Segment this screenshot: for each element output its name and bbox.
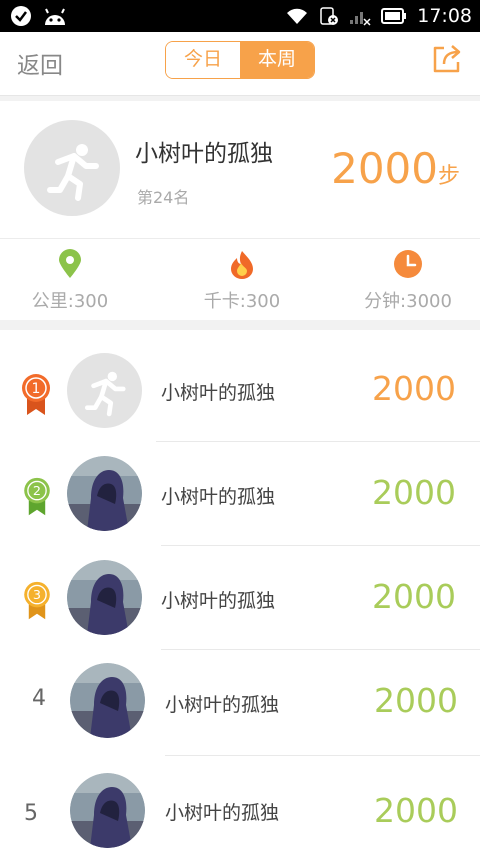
tab-this-week[interactable]: 本周	[240, 42, 314, 78]
bronze-medal-icon: 3	[24, 581, 50, 620]
list-item[interactable]: 2 小树叶的孤独 2000	[0, 442, 480, 546]
stat-calories: 千卡:300	[162, 249, 322, 313]
step-count: 2000	[372, 473, 456, 512]
rank-number: 3	[33, 588, 41, 603]
step-count: 2000	[374, 681, 458, 720]
step-count: 2000	[372, 369, 456, 408]
tab-today[interactable]: 今日	[166, 42, 240, 78]
avatar	[67, 560, 142, 635]
check-circle-icon	[11, 6, 31, 26]
user-name: 小树叶的孤独	[161, 590, 276, 612]
runner-icon	[47, 144, 99, 201]
section-gap	[0, 320, 480, 330]
stats-bar: 公里:300 千卡:300 分钟:3000	[0, 238, 480, 321]
signal-icon	[350, 12, 371, 26]
stat-minutes: 分钟:3000	[328, 249, 480, 313]
user-name: 小树叶的孤独	[165, 694, 280, 716]
profile-steps: 2000步	[331, 144, 460, 193]
status-time: 17:08	[417, 5, 472, 27]
period-toggle: 今日 本周	[165, 41, 315, 79]
list-item[interactable]: 4 小树叶的孤独 2000	[0, 650, 480, 756]
avatar	[67, 456, 142, 531]
my-profile-card: 小树叶的孤独 第24名 2000步	[0, 101, 480, 237]
rank-number: 4	[32, 686, 46, 711]
step-count: 2000	[374, 791, 458, 830]
stat-distance: 公里:300	[0, 249, 150, 313]
steps-unit: 步	[437, 164, 460, 189]
step-count: 2000	[372, 577, 456, 616]
rank-number: 5	[24, 801, 38, 826]
list-item[interactable]: 5 小树叶的孤独 2000	[0, 756, 480, 850]
avatar	[70, 663, 145, 738]
android-icon	[45, 8, 65, 25]
profile-name: 小树叶的孤独	[135, 141, 273, 167]
back-button[interactable]: 返回	[17, 46, 63, 80]
stat-distance-label: 公里:300	[31, 291, 109, 312]
profile-rank: 第24名	[137, 188, 190, 207]
avatar	[24, 120, 120, 216]
list-item[interactable]: 3 小树叶的孤独 2000	[0, 546, 480, 650]
user-name: 小树叶的孤独	[161, 486, 276, 508]
list-item[interactable]: 1 小树叶的孤独 2000	[0, 338, 480, 442]
avatar	[70, 773, 145, 848]
wifi-icon	[287, 8, 308, 24]
sim-disabled-icon	[320, 7, 339, 25]
fire-icon	[231, 251, 253, 279]
user-name: 小树叶的孤独	[165, 802, 280, 824]
stat-minutes-label: 分钟:3000	[364, 291, 452, 312]
status-bar: 17:08	[0, 0, 480, 32]
clock-icon	[394, 250, 422, 278]
stat-calories-label: 千卡:300	[203, 291, 281, 312]
runner-icon	[84, 371, 126, 417]
steps-value: 2000	[331, 144, 438, 193]
share-icon[interactable]	[430, 42, 464, 76]
header: 返回 今日 本周	[0, 32, 480, 96]
avatar	[67, 353, 142, 428]
rank-number: 1	[32, 381, 41, 397]
silver-medal-icon: 2	[24, 477, 50, 516]
rank-number: 2	[33, 484, 41, 499]
location-pin-icon	[59, 249, 81, 278]
user-name: 小树叶的孤独	[161, 382, 276, 404]
gold-medal-icon: 1	[22, 374, 50, 415]
battery-icon	[381, 8, 407, 24]
